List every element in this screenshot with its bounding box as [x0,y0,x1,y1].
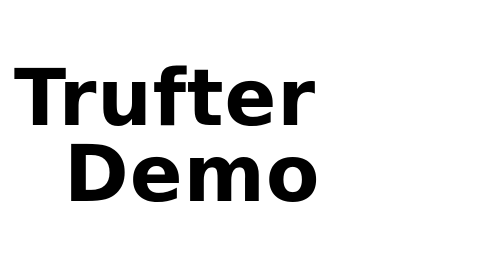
title-line-trufter: Trufter [14,54,317,144]
title-canvas: Trufter Demo [0,0,500,280]
title-line-demo: Demo [64,130,321,220]
